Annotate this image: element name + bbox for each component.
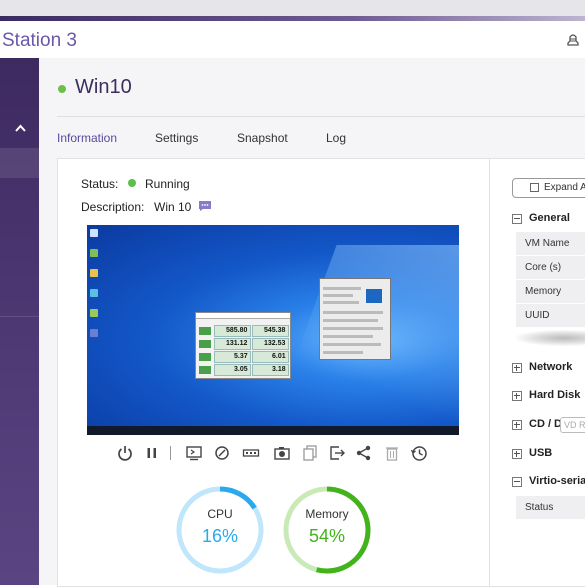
desktop-icon [90, 229, 98, 237]
export-icon[interactable] [328, 444, 346, 462]
expand-all-button[interactable]: Expand Al [512, 178, 585, 198]
memory-gauge-value: 54% [308, 526, 346, 546]
collapse-icon [512, 477, 522, 487]
expand-icon [512, 363, 522, 373]
desktop-icon [90, 269, 98, 277]
description-label: Description: [81, 200, 145, 214]
expand-icon [512, 391, 522, 401]
detail-row-uuid: UUID [516, 304, 585, 327]
cpu-info-window [319, 278, 391, 360]
tab-log[interactable]: Log [326, 131, 346, 145]
desktop-icon [90, 289, 98, 297]
vm-taskbar [87, 426, 459, 435]
benchmark-window: 585.80 545.38 131.12 132.53 5.37 6.01 3.… [195, 312, 291, 379]
memory-gauge-label: Memory [305, 507, 349, 521]
expand-icon [512, 449, 522, 459]
running-status-dot [128, 179, 136, 187]
tab-snapshot[interactable]: Snapshot [237, 131, 288, 145]
desktop-icon [90, 309, 98, 317]
chevron-up-icon[interactable] [14, 122, 27, 135]
tab-information[interactable]: Information [57, 131, 117, 145]
detail-row-status: Status [516, 496, 585, 519]
app-title: Station 3 [2, 30, 77, 51]
sidebar [0, 58, 39, 585]
tab-settings[interactable]: Settings [155, 131, 198, 145]
edit-description-icon[interactable] [198, 200, 212, 212]
bench-value: 6.01 [272, 353, 286, 360]
camera-icon[interactable] [273, 444, 291, 462]
console-icon[interactable] [185, 444, 203, 462]
clone-icon[interactable] [301, 444, 319, 462]
expand-icon [530, 183, 539, 192]
bench-value: 132.53 [264, 340, 286, 347]
expand-icon [512, 420, 522, 430]
bench-value: 545.38 [264, 327, 286, 334]
bench-value: 131.12 [226, 340, 248, 347]
bench-value: 585.80 [226, 327, 248, 334]
status-label: Status: [81, 177, 119, 191]
power-icon[interactable] [116, 444, 134, 462]
vm-name: Win10 [75, 76, 132, 98]
cpu-gauge-value: 16% [201, 526, 239, 546]
notification-icon[interactable] [565, 32, 581, 48]
bench-value: 3.05 [234, 366, 248, 373]
status-value: Running [145, 177, 190, 191]
top-strip [0, 0, 585, 21]
cpu-gauge-label: CPU [207, 507, 233, 521]
desktop-icon [90, 329, 98, 337]
app-header: Station 3 [0, 21, 585, 59]
desktop-icon [90, 249, 98, 257]
header-divider [57, 116, 585, 117]
sidebar-divider [0, 316, 39, 317]
share-icon[interactable] [355, 444, 373, 462]
detail-row-memory: Memory [516, 280, 585, 303]
blurred-value [516, 330, 585, 346]
detail-row-cores: Core (s) [516, 256, 585, 279]
bench-value: 5.37 [234, 353, 248, 360]
restart-icon[interactable] [213, 444, 231, 462]
usb-icon[interactable] [242, 444, 260, 462]
description-value: Win 10 [154, 200, 192, 214]
sidebar-item-selected[interactable] [0, 148, 39, 178]
bench-value: 3.18 [272, 366, 286, 373]
cd-dvd-field[interactable]: VD R [560, 417, 585, 433]
vm-status-dot [58, 85, 66, 93]
pause-icon[interactable] [143, 444, 161, 462]
schedule-icon[interactable] [410, 444, 428, 462]
vm-screen-preview[interactable]: 585.80 545.38 131.12 132.53 5.37 6.01 3.… [87, 225, 459, 435]
detail-row-vm-name: VM Name [516, 232, 585, 255]
toolbar-separator [170, 446, 171, 460]
collapse-icon [512, 214, 522, 224]
delete-icon[interactable] [383, 444, 401, 462]
